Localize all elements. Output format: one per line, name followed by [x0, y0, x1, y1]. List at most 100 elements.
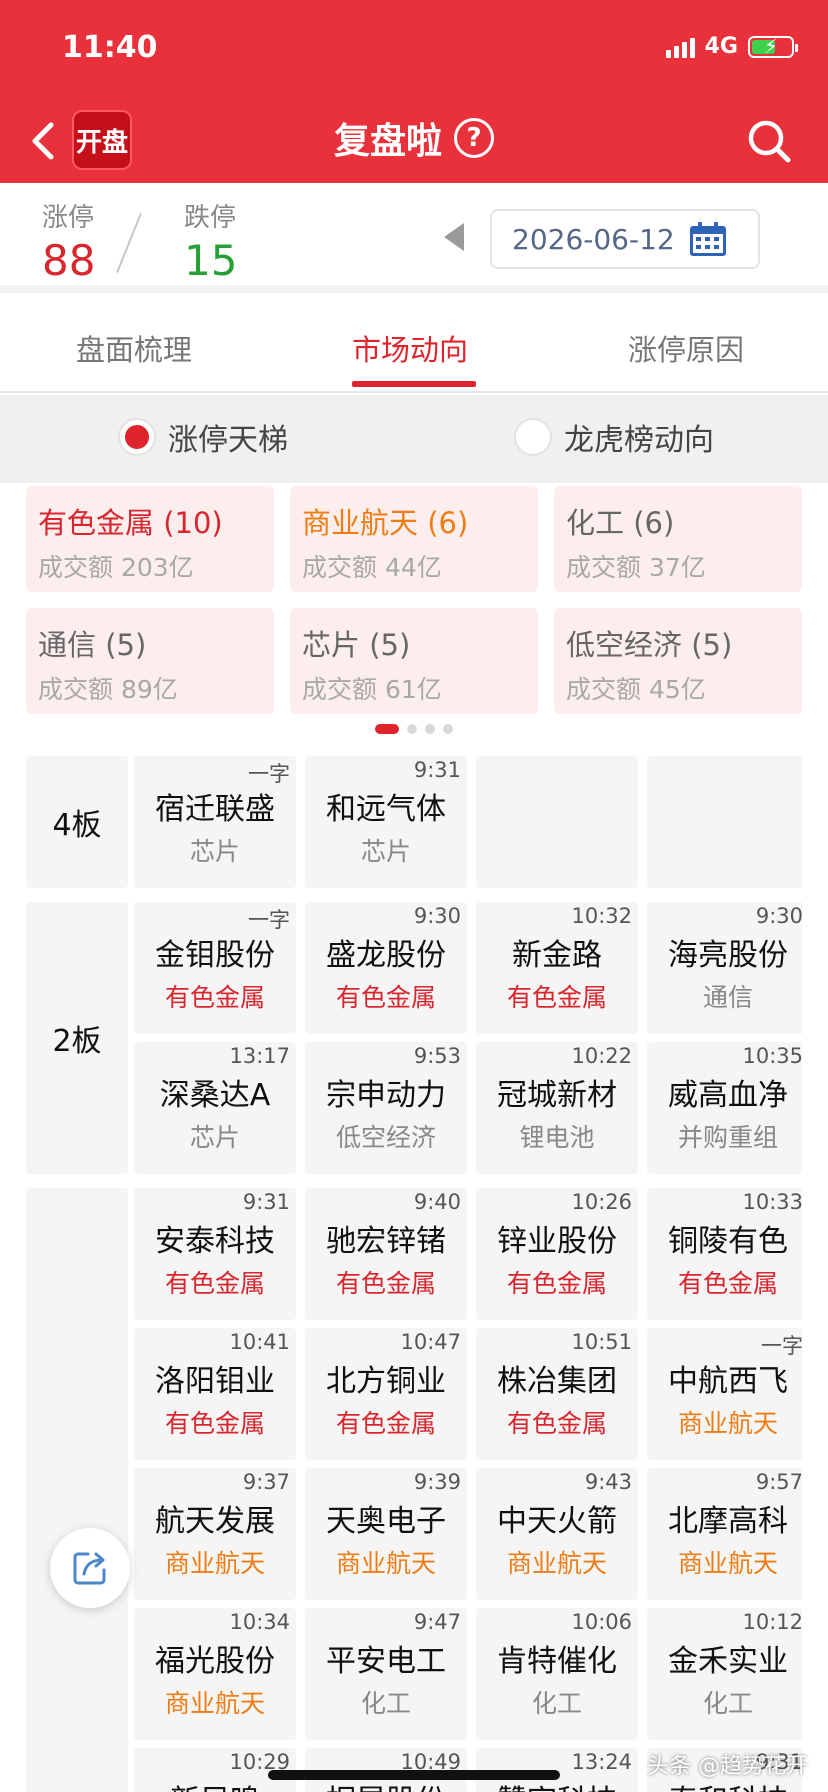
- limit-time: 10:41: [229, 1330, 290, 1354]
- sector-card[interactable]: 化工 (6) 成交额 37亿: [554, 486, 802, 592]
- limit-time: 9:30: [755, 904, 802, 928]
- limit-up-stat[interactable]: 涨停 88: [42, 197, 95, 285]
- date-picker[interactable]: 2026-06-12: [490, 209, 760, 269]
- pager-dot[interactable]: [407, 724, 417, 734]
- limit-down-label: 跌停: [184, 203, 237, 233]
- stock-name: 北方铜业: [326, 1364, 446, 1399]
- sector-name: 芯片 (5): [302, 628, 411, 662]
- sector-card[interactable]: 有色金属 (10) 成交额 203亿: [26, 486, 274, 592]
- sector-card[interactable]: 芯片 (5) 成交额 61亿: [290, 608, 538, 714]
- tab-limit-reason[interactable]: 涨停原因: [628, 327, 744, 369]
- search-button[interactable]: [746, 118, 792, 164]
- stock-sector: 商业航天: [677, 1409, 778, 1438]
- pager-dot[interactable]: [443, 724, 453, 734]
- status-time: 11:40: [62, 30, 158, 65]
- stock-sector: 商业航天: [677, 1549, 778, 1578]
- stock-cell[interactable]: 10:35 威高血净 并购重组: [647, 1042, 802, 1174]
- radio-dragon-tiger[interactable]: 龙虎榜动向: [514, 415, 714, 459]
- sector-name: 化工 (6): [566, 506, 675, 540]
- stock-cell[interactable]: 9:39 天奥电子 商业航天: [305, 1468, 467, 1600]
- carousel-pager: [0, 724, 828, 734]
- stock-name: 宗申动力: [326, 1078, 446, 1113]
- stock-sector: 有色金属: [335, 983, 436, 1012]
- stock-cell[interactable]: 9:37 航天发展 商业航天: [134, 1468, 296, 1600]
- stock-cell[interactable]: 9:43 中天火箭 商业航天: [476, 1468, 638, 1600]
- limit-time: 10:35: [742, 1044, 802, 1068]
- tab-board-review[interactable]: 盘面梳理: [76, 327, 192, 369]
- stock-name: 中天火箭: [497, 1504, 617, 1539]
- stock-cell[interactable]: 9:53 宗申动力 低空经济: [305, 1042, 467, 1174]
- stock-cell[interactable]: 10:41 洛阳钼业 有色金属: [134, 1328, 296, 1460]
- stock-sector: 锂电池: [519, 1123, 595, 1152]
- stock-cell[interactable]: 10:26 锌业股份 有色金属: [476, 1188, 638, 1320]
- stock-sector: 芯片: [189, 1123, 240, 1152]
- stock-cell[interactable]: 9:30 海亮股份通信: [647, 902, 802, 1034]
- stock-name: 威高血净: [668, 1078, 788, 1113]
- stock-cell[interactable]: 10:51 株冶集团 有色金属: [476, 1328, 638, 1460]
- tier-label: 4板: [26, 756, 128, 888]
- stock-cell[interactable]: 9:40 驰宏锌锗 有色金属: [305, 1188, 467, 1320]
- pager-dot[interactable]: [375, 724, 399, 734]
- stat-divider: [116, 212, 142, 274]
- stock-cell[interactable]: 10:06 肯特催化 化工: [476, 1608, 638, 1740]
- empty-cell: [647, 756, 802, 888]
- sector-card[interactable]: 低空经济 (5) 成交额 45亿: [554, 608, 802, 714]
- sector-amount: 成交额 203亿: [38, 553, 194, 582]
- stock-name: 北摩高科: [668, 1504, 788, 1539]
- stock-cell[interactable]: 10:12 金禾实业 化工: [647, 1608, 802, 1740]
- stock-name: 肯特催化: [497, 1644, 617, 1679]
- limit-down-count: 15: [184, 236, 238, 285]
- stock-name: 海亮股份: [668, 938, 788, 973]
- help-icon[interactable]: ?: [454, 118, 494, 158]
- pager-dot[interactable]: [425, 724, 435, 734]
- stock-sector: 有色金属: [506, 1409, 607, 1438]
- stock-cell[interactable]: 10:22 冠城新材 锂电池: [476, 1042, 638, 1174]
- stock-cell[interactable]: 一字 中航西飞 商业航天: [647, 1328, 802, 1460]
- prev-date-icon[interactable]: [444, 223, 464, 251]
- stock-sector: 有色金属: [164, 1269, 265, 1298]
- sector-amount: 成交额 37亿: [566, 553, 706, 582]
- stock-cell[interactable]: 一字 宿迁联盛 芯片: [134, 756, 296, 888]
- stock-name: 天奥电子: [326, 1504, 446, 1539]
- limit-time: 13:17: [229, 1044, 290, 1068]
- share-icon: [73, 1552, 106, 1585]
- radio-limit-ladder[interactable]: 涨停天梯: [118, 415, 288, 459]
- stock-name: 金禾实业: [668, 1644, 788, 1679]
- sector-amount: 成交额 44亿: [302, 553, 442, 582]
- active-tab-indicator: [352, 381, 476, 387]
- stock-cell[interactable]: 10:33 铜陵有色 有色金属: [647, 1188, 802, 1320]
- limit-time: 9:57: [755, 1470, 802, 1494]
- stock-cell[interactable]: 10:32 新金路 有色金属: [476, 902, 638, 1034]
- stock-sector: 芯片: [189, 837, 240, 866]
- sector-amount: 成交额 45亿: [566, 675, 706, 704]
- home-indicator[interactable]: [268, 1770, 560, 1780]
- stock-sector: 通信: [702, 983, 753, 1012]
- limit-time: 9:47: [413, 1610, 461, 1634]
- stock-name: 冠城新材: [497, 1078, 617, 1113]
- stock-sector: 商业航天: [164, 1549, 265, 1578]
- sector-card[interactable]: 通信 (5) 成交额 89亿: [26, 608, 274, 714]
- date-value: 2026-06-12: [512, 222, 675, 256]
- sector-card[interactable]: 商业航天 (6) 成交额 44亿: [290, 486, 538, 592]
- stock-name: 航天发展: [155, 1504, 275, 1539]
- stock-cell[interactable]: 9:47 平安电工 化工: [305, 1608, 467, 1740]
- stock-cell[interactable]: 9:57 北摩高科商业航天: [647, 1468, 802, 1600]
- share-button[interactable]: [50, 1528, 130, 1608]
- stock-cell[interactable]: 10:34 福光股份 商业航天: [134, 1608, 296, 1740]
- radio-limit-ladder-label: 涨停天梯: [168, 423, 288, 458]
- stock-cell[interactable]: 10:47 北方铜业 有色金属: [305, 1328, 467, 1460]
- stock-cell[interactable]: 13:17 深桑达A 芯片: [134, 1042, 296, 1174]
- limit-down-stat[interactable]: 跌停 15: [184, 197, 237, 285]
- stock-cell[interactable]: 9:31 安泰科技 有色金属: [134, 1188, 296, 1320]
- tab-market-trend[interactable]: 市场动向: [352, 327, 468, 369]
- stock-name: 福光股份: [155, 1644, 275, 1679]
- limit-time: 10:51: [571, 1330, 632, 1354]
- sector-amount: 成交额 61亿: [302, 675, 442, 704]
- limit-time: 9:31: [242, 1190, 290, 1214]
- stock-cell[interactable]: 9:30 盛龙股份 有色金属: [305, 902, 467, 1034]
- radio-checked-icon: [118, 418, 156, 456]
- view-toggle: 涨停天梯 龙虎榜动向: [0, 395, 828, 483]
- stock-sector: 商业航天: [164, 1689, 265, 1718]
- stock-cell[interactable]: 一字 金钼股份 有色金属: [134, 902, 296, 1034]
- stock-cell[interactable]: 9:31 和远气体 芯片: [305, 756, 467, 888]
